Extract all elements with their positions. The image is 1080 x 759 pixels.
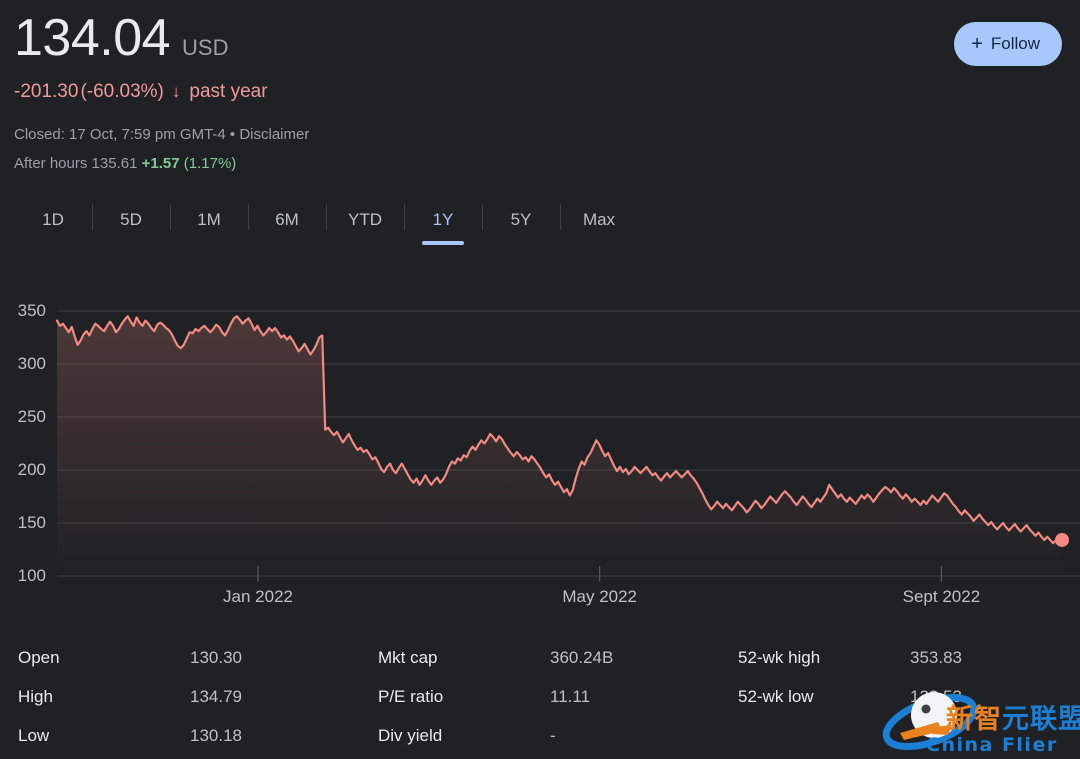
- y-axis-tick-label: 350: [17, 301, 46, 320]
- stat-key: High: [18, 686, 53, 706]
- disclaimer-link[interactable]: Disclaimer: [239, 126, 309, 143]
- after-hours-percent: (1.17%): [183, 155, 237, 172]
- range-tab-5d[interactable]: 5D: [92, 198, 170, 242]
- x-axis-tick-label: Jan 2022: [223, 587, 293, 606]
- range-tab-label: 1M: [197, 210, 221, 229]
- range-tab-label: 6M: [275, 210, 299, 229]
- price-change-row: -201.30 (-60.03%) ↓ past year: [14, 81, 268, 103]
- stat-key: 52-wk high: [738, 647, 821, 667]
- stat-row: Mkt cap 360.24B: [360, 638, 720, 677]
- time-range-tabs: 1D 5D 1M 6M YTD 1Y 5Y Max: [14, 198, 638, 242]
- range-tab-1m[interactable]: 1M: [170, 198, 248, 242]
- stat-row: High 134.79: [0, 677, 360, 716]
- after-hours-line: After hours 135.61 +1.57 (1.17%): [14, 155, 236, 172]
- stat-key: Open: [18, 647, 60, 667]
- stat-key: P/E ratio: [378, 686, 444, 706]
- stat-value: 11.11: [550, 686, 591, 706]
- y-axis-tick-label: 150: [17, 513, 46, 532]
- range-tab-label: 5D: [120, 210, 142, 229]
- closed-timestamp: Closed: 17 Oct, 7:59 pm GMT-4 •: [14, 126, 240, 143]
- follow-button[interactable]: + Follow: [954, 22, 1062, 66]
- price-chart-svg: [55, 310, 1080, 582]
- stat-row: [720, 716, 1080, 755]
- y-axis-tick-label: 100: [17, 566, 46, 585]
- trend-down-arrow-icon: ↓: [171, 82, 181, 101]
- stat-key: Div yield: [378, 725, 443, 745]
- range-tab-label: 1Y: [432, 210, 454, 229]
- price-chart[interactable]: 350 300 250 200 150 100 Jan 2022 May 2022 Sept 2…: [0, 285, 1080, 615]
- range-tab-label: 5Y: [510, 210, 532, 229]
- stat-value: 130.30: [190, 647, 242, 667]
- stat-key: Mkt cap: [378, 647, 438, 667]
- stat-value: 360.24B: [550, 647, 614, 667]
- y-axis-tick-label: 200: [17, 460, 46, 479]
- range-tab-max[interactable]: Max: [560, 198, 638, 242]
- range-tab-ytd[interactable]: YTD: [326, 198, 404, 242]
- stat-row: Low 130.18: [0, 716, 360, 755]
- current-price: 134.04: [14, 9, 171, 67]
- range-tab-6m[interactable]: 6M: [248, 198, 326, 242]
- range-tab-label: YTD: [348, 210, 382, 229]
- stat-value: 122.53: [910, 686, 962, 706]
- range-tab-1y[interactable]: 1Y: [404, 198, 482, 242]
- price-header: 134.04 USD: [14, 10, 229, 66]
- stats-column-3: 52-wk high 353.83 52-wk low 122.53: [720, 638, 1080, 755]
- market-status-line: Closed: 17 Oct, 7:59 pm GMT-4 • Disclaim…: [14, 126, 309, 143]
- stat-value: 130.18: [190, 725, 242, 745]
- chart-area-fill: [57, 316, 1062, 576]
- range-tab-5y[interactable]: 5Y: [482, 198, 560, 242]
- range-tab-label: Max: [582, 210, 616, 229]
- y-axis-tick-label: 250: [17, 407, 46, 426]
- stats-column-1: Open 130.30 High 134.79 Low 130.18: [0, 638, 360, 755]
- stat-row: 52-wk low 122.53: [720, 677, 1080, 716]
- stat-value: 353.83: [910, 647, 962, 667]
- stats-column-2: Mkt cap 360.24B P/E ratio 11.11 Div yield -: [360, 638, 720, 755]
- stock-quote-panel: 134.04 USD -201.30 (-60.03%) ↓ past year…: [0, 0, 1080, 759]
- stat-row: Div yield -: [360, 716, 720, 755]
- stat-row: Open 130.30: [0, 638, 360, 677]
- plus-icon: +: [971, 33, 983, 55]
- change-period-label: past year: [189, 81, 268, 102]
- change-percent: (-60.03%): [80, 81, 164, 102]
- after-hours-change: +1.57: [141, 155, 180, 172]
- after-hours-label: After hours: [14, 155, 88, 172]
- x-axis-tick-label: Sept 2022: [902, 587, 981, 606]
- range-tab-1d[interactable]: 1D: [14, 198, 92, 242]
- change-absolute: -201.30: [14, 81, 79, 102]
- stat-row: P/E ratio 11.11: [360, 677, 720, 716]
- stat-value: 134.79: [190, 686, 242, 706]
- stat-row: 52-wk high 353.83: [720, 638, 1080, 677]
- stat-key: Low: [18, 725, 50, 745]
- y-axis-tick-label: 300: [17, 354, 46, 373]
- follow-button-label: Follow: [990, 34, 1040, 53]
- last-price-marker: [1055, 532, 1069, 547]
- currency-label: USD: [182, 35, 229, 60]
- stat-key: 52-wk low: [738, 686, 814, 706]
- range-tab-label: 1D: [42, 210, 64, 229]
- key-stats-table: Open 130.30 High 134.79 Low 130.18 Mkt cap 360.…: [0, 638, 1080, 755]
- after-hours-price: 135.61: [91, 155, 138, 172]
- stat-value: -: [550, 725, 556, 745]
- x-axis-tick-label: May 2022: [562, 587, 638, 606]
